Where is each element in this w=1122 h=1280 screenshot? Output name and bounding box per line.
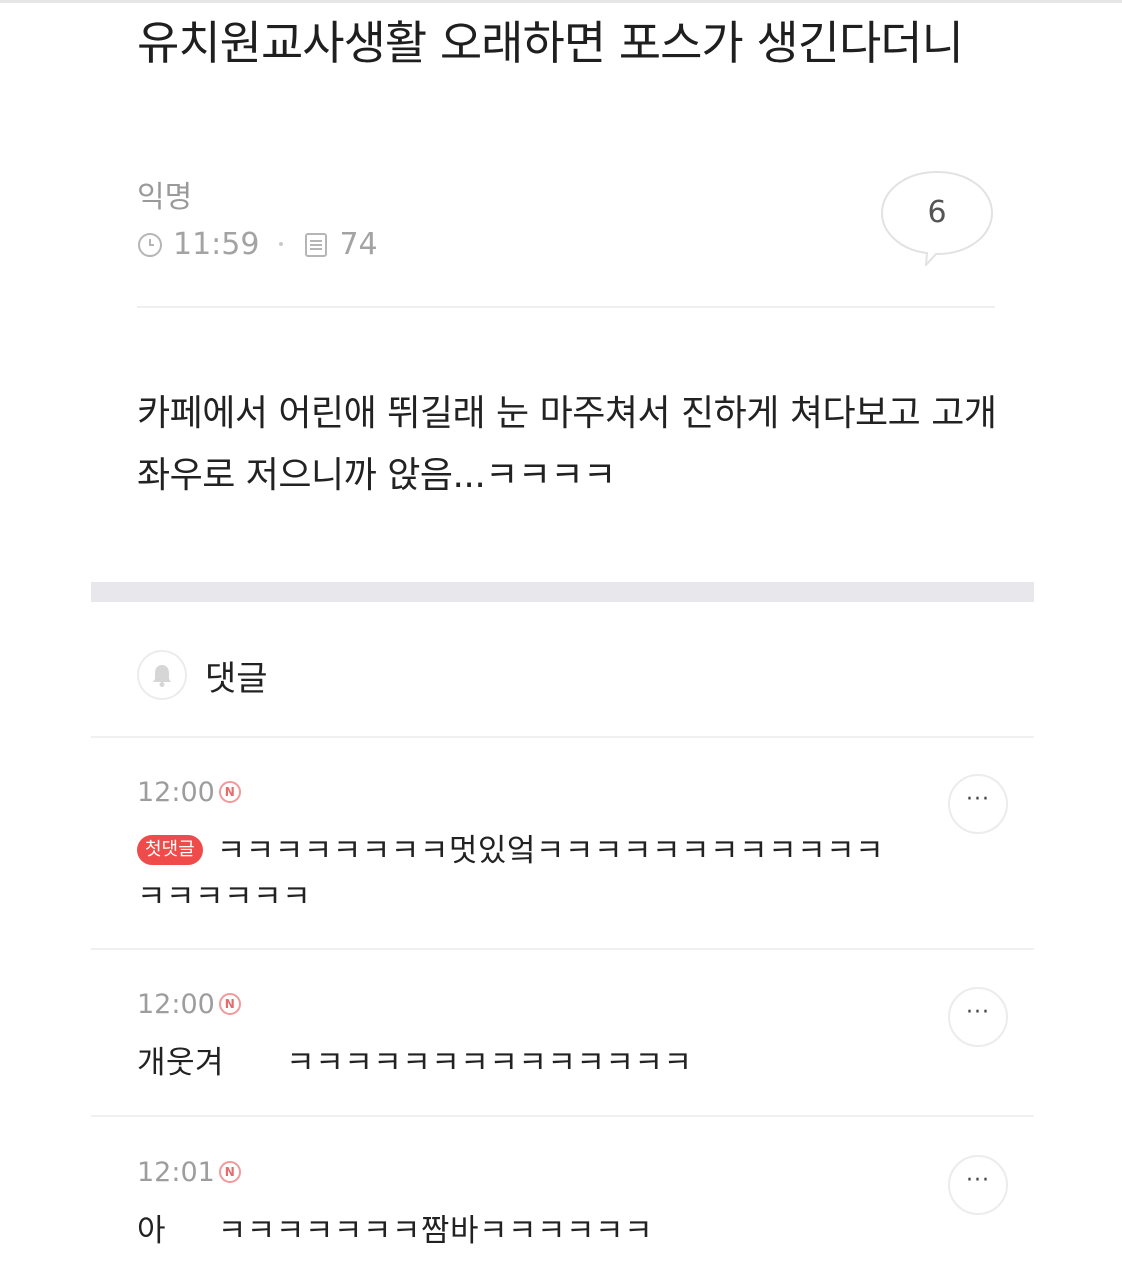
divider [137,306,995,308]
comment-item: 12:00 N 개웃겨 ㅋㅋㅋㅋㅋㅋㅋㅋㅋㅋㅋㅋㅋㅋ [137,986,1017,1086]
comment-count-bubble[interactable]: 6 [880,170,994,266]
comments-header: 댓글 [137,648,268,702]
bell-icon [153,665,171,687]
clock-icon [137,231,163,257]
comment-meta: 12:00 N [137,774,1017,810]
bell-button[interactable] [137,650,187,700]
comment-meta: 12:01 N [137,1154,1017,1190]
more-options-button[interactable]: ··· [948,987,1008,1047]
divider [91,948,1034,950]
view-count: 74 [339,226,378,262]
more-options-button[interactable]: ··· [948,1155,1008,1215]
divider [91,736,1034,738]
comment-meta: 12:00 N [137,986,1017,1022]
post-title: 유치원교사생활 오래하면 포스가 생긴다더니 [137,16,964,70]
post-body: 카페에서 어린애 뛰길래 눈 마주쳐서 진하게 쳐다보고 고개 좌우로 저으니까… [137,393,997,496]
comment-item: 12:01 N 아 ㅋㅋㅋㅋㅋㅋㅋ짬바ㅋㅋㅋㅋㅋㅋ [137,1154,1017,1254]
comment-text: 개웃겨 ㅋㅋㅋㅋㅋㅋㅋㅋㅋㅋㅋㅋㅋㅋ [137,1045,693,1081]
comment-item: 12:00 N 첫댓글 ㅋㅋㅋㅋㅋㅋㅋㅋ멋있엌ㅋㅋㅋㅋㅋㅋㅋㅋㅋㅋㅋㅋㅋㅋㅋㅋㅋㅋ [137,774,1017,920]
comment-text: ㅋㅋㅋㅋㅋㅋㅋㅋ멋있엌ㅋㅋㅋㅋㅋㅋㅋㅋㅋㅋㅋㅋㅋㅋㅋㅋㅋㅋ [137,833,885,915]
top-border [0,0,1122,3]
comment-count: 6 [927,195,947,230]
author-name: 익명 [137,180,193,215]
comment-text: 아 ㅋㅋㅋㅋㅋㅋㅋ짬바ㅋㅋㅋㅋㅋㅋ [137,1213,654,1249]
new-badge: N [218,1161,241,1183]
comment-time: 12:00 [137,988,215,1020]
document-icon [303,231,329,257]
new-badge: N [218,993,241,1015]
new-badge: N [218,781,241,803]
section-divider [91,582,1034,602]
post-time: 11:59 [173,226,260,262]
divider [91,1115,1034,1117]
comment-text-wrap: 첫댓글 ㅋㅋㅋㅋㅋㅋㅋㅋ멋있엌ㅋㅋㅋㅋㅋㅋㅋㅋㅋㅋㅋㅋㅋㅋㅋㅋㅋㅋ [137,828,907,920]
comment-time: 12:00 [137,776,215,808]
meta-separator [279,242,284,246]
more-options-button[interactable]: ··· [948,774,1008,834]
first-comment-badge: 첫댓글 [137,835,203,865]
comment-time: 12:01 [137,1156,215,1188]
post-meta: 11:59 74 [137,224,378,264]
comments-label: 댓글 [205,658,268,699]
